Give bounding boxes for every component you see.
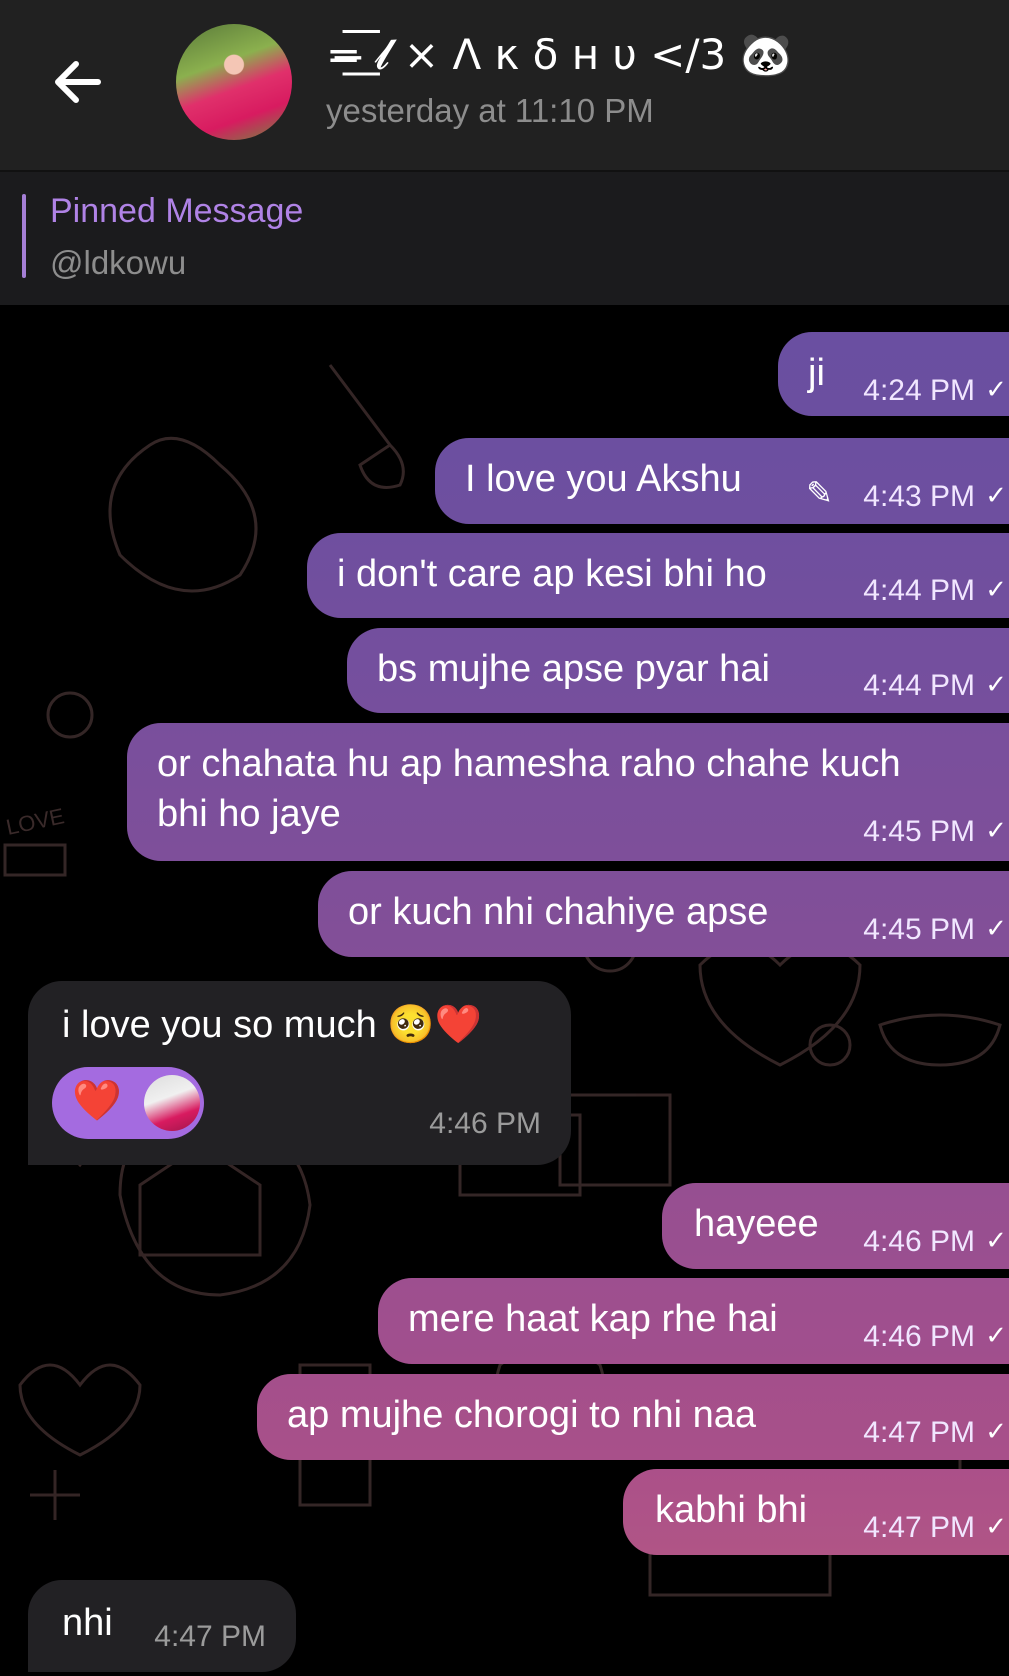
message-bubble-out[interactable]: mere haat kap rhe hai 4:46 PM ✓	[378, 1278, 1009, 1364]
read-check-icon: ✓	[985, 1416, 1007, 1446]
contact-name[interactable]: =̶͟͞ 𝓵 × Λ κ δ н υ </3 🐼	[326, 30, 792, 80]
pinned-message-bar[interactable]: Pinned Message @ldkowu	[0, 172, 1009, 305]
message-time: 4:43 PM	[863, 480, 975, 513]
read-check-icon: ✓	[985, 1320, 1007, 1350]
message-text: or kuch nhi chahiye apse	[348, 891, 769, 933]
message-bubble-out[interactable]: kabhi bhi 4:47 PM ✓	[623, 1469, 1009, 1555]
doodle-sun-icon	[46, 691, 94, 739]
message-time: 4:45 PM	[863, 815, 975, 848]
message-list[interactable]: LOVE ji 4:24 PM ✓ I love you Akshu ✎ 4:4…	[0, 305, 1009, 1676]
read-check-icon: ✓	[985, 574, 1007, 604]
message-time: 4:47 PM	[863, 1511, 975, 1544]
message-time: 4:46 PM	[429, 1107, 541, 1140]
message-text-line: or chahata hu ap hamesha raho chahe kuch	[157, 743, 901, 785]
message-time: 4:46 PM	[863, 1225, 975, 1258]
message-bubble-out[interactable]: ap mujhe chorogi to nhi naa 4:47 PM ✓	[257, 1374, 1009, 1460]
read-check-icon: ✓	[985, 1225, 1007, 1255]
back-arrow-icon[interactable]	[48, 52, 108, 112]
message-time: 4:47 PM	[154, 1620, 266, 1653]
pinned-indicator	[22, 194, 26, 278]
doodle-heart-icon	[18, 1363, 142, 1457]
message-text: i don't care ap kesi bhi ho	[337, 553, 767, 595]
message-time: 4:44 PM	[863, 574, 975, 607]
message-time: 4:47 PM	[863, 1416, 975, 1449]
contact-avatar[interactable]	[176, 24, 292, 140]
last-seen-status: yesterday at 11:10 PM	[326, 92, 654, 129]
message-text: ap mujhe chorogi to nhi naa	[287, 1394, 756, 1436]
message-text: bs mujhe apse pyar hai	[377, 648, 770, 690]
message-bubble-out[interactable]: or chahata hu ap hamesha raho chahe kuch…	[127, 723, 1009, 861]
pinned-text: @ldkowu	[50, 244, 187, 281]
reaction-chip[interactable]: ❤️	[52, 1067, 204, 1139]
message-text: hayeee	[694, 1203, 819, 1245]
doodle-bag-icon	[108, 436, 258, 593]
edited-pencil-icon: ✎	[806, 475, 833, 511]
doodle-arrow-icon	[328, 364, 405, 489]
message-time: 4:46 PM	[863, 1320, 975, 1353]
message-time: 4:24 PM	[863, 374, 975, 407]
message-text: nhi	[62, 1602, 113, 1644]
message-bubble-in[interactable]: nhi 4:47 PM	[28, 1580, 296, 1672]
message-time: 4:44 PM	[863, 669, 975, 702]
message-bubble-out[interactable]: hayeee 4:46 PM ✓	[662, 1183, 1009, 1269]
message-bubble-in[interactable]: i love you so much 🥺❤️ ❤️ 4:46 PM	[28, 981, 571, 1165]
message-text: ji	[808, 352, 825, 394]
heart-reaction-icon: ❤️	[72, 1079, 122, 1123]
read-check-icon: ✓	[985, 669, 1007, 699]
message-text: I love you Akshu	[465, 458, 742, 500]
message-bubble-out[interactable]: ji 4:24 PM ✓	[778, 332, 1009, 416]
read-check-icon: ✓	[985, 1511, 1007, 1541]
message-text: kabhi bhi	[655, 1489, 808, 1531]
doodle-plus-icon	[30, 1470, 80, 1520]
doodle-heart-arrow-icon	[698, 943, 862, 1067]
read-check-icon: ✓	[985, 815, 1007, 845]
message-bubble-out[interactable]: I love you Akshu ✎ 4:43 PM ✓	[435, 438, 1009, 524]
doodle-mask-icon	[878, 1013, 1002, 1067]
pinned-title: Pinned Message	[50, 192, 304, 230]
message-bubble-out[interactable]: or kuch nhi chahiye apse 4:45 PM ✓	[318, 871, 1009, 957]
doodle-love-label: LOVE	[4, 803, 67, 840]
read-check-icon: ✓	[985, 480, 1007, 510]
message-time: 4:45 PM	[863, 913, 975, 946]
message-text-line: bhi ho jaye	[157, 793, 341, 835]
reactor-avatar	[144, 1075, 200, 1131]
message-bubble-out[interactable]: i don't care ap kesi bhi ho 4:44 PM ✓	[307, 533, 1009, 618]
read-check-icon: ✓	[985, 913, 1007, 943]
message-bubble-out[interactable]: bs mujhe apse pyar hai 4:44 PM ✓	[347, 628, 1009, 713]
read-check-icon: ✓	[985, 374, 1007, 404]
message-text: mere haat kap rhe hai	[408, 1298, 778, 1340]
chat-header: =̶͟͞ 𝓵 × Λ κ δ н υ </3 🐼 yesterday at 11…	[0, 0, 1009, 172]
message-text: i love you so much 🥺❤️	[62, 1004, 482, 1046]
